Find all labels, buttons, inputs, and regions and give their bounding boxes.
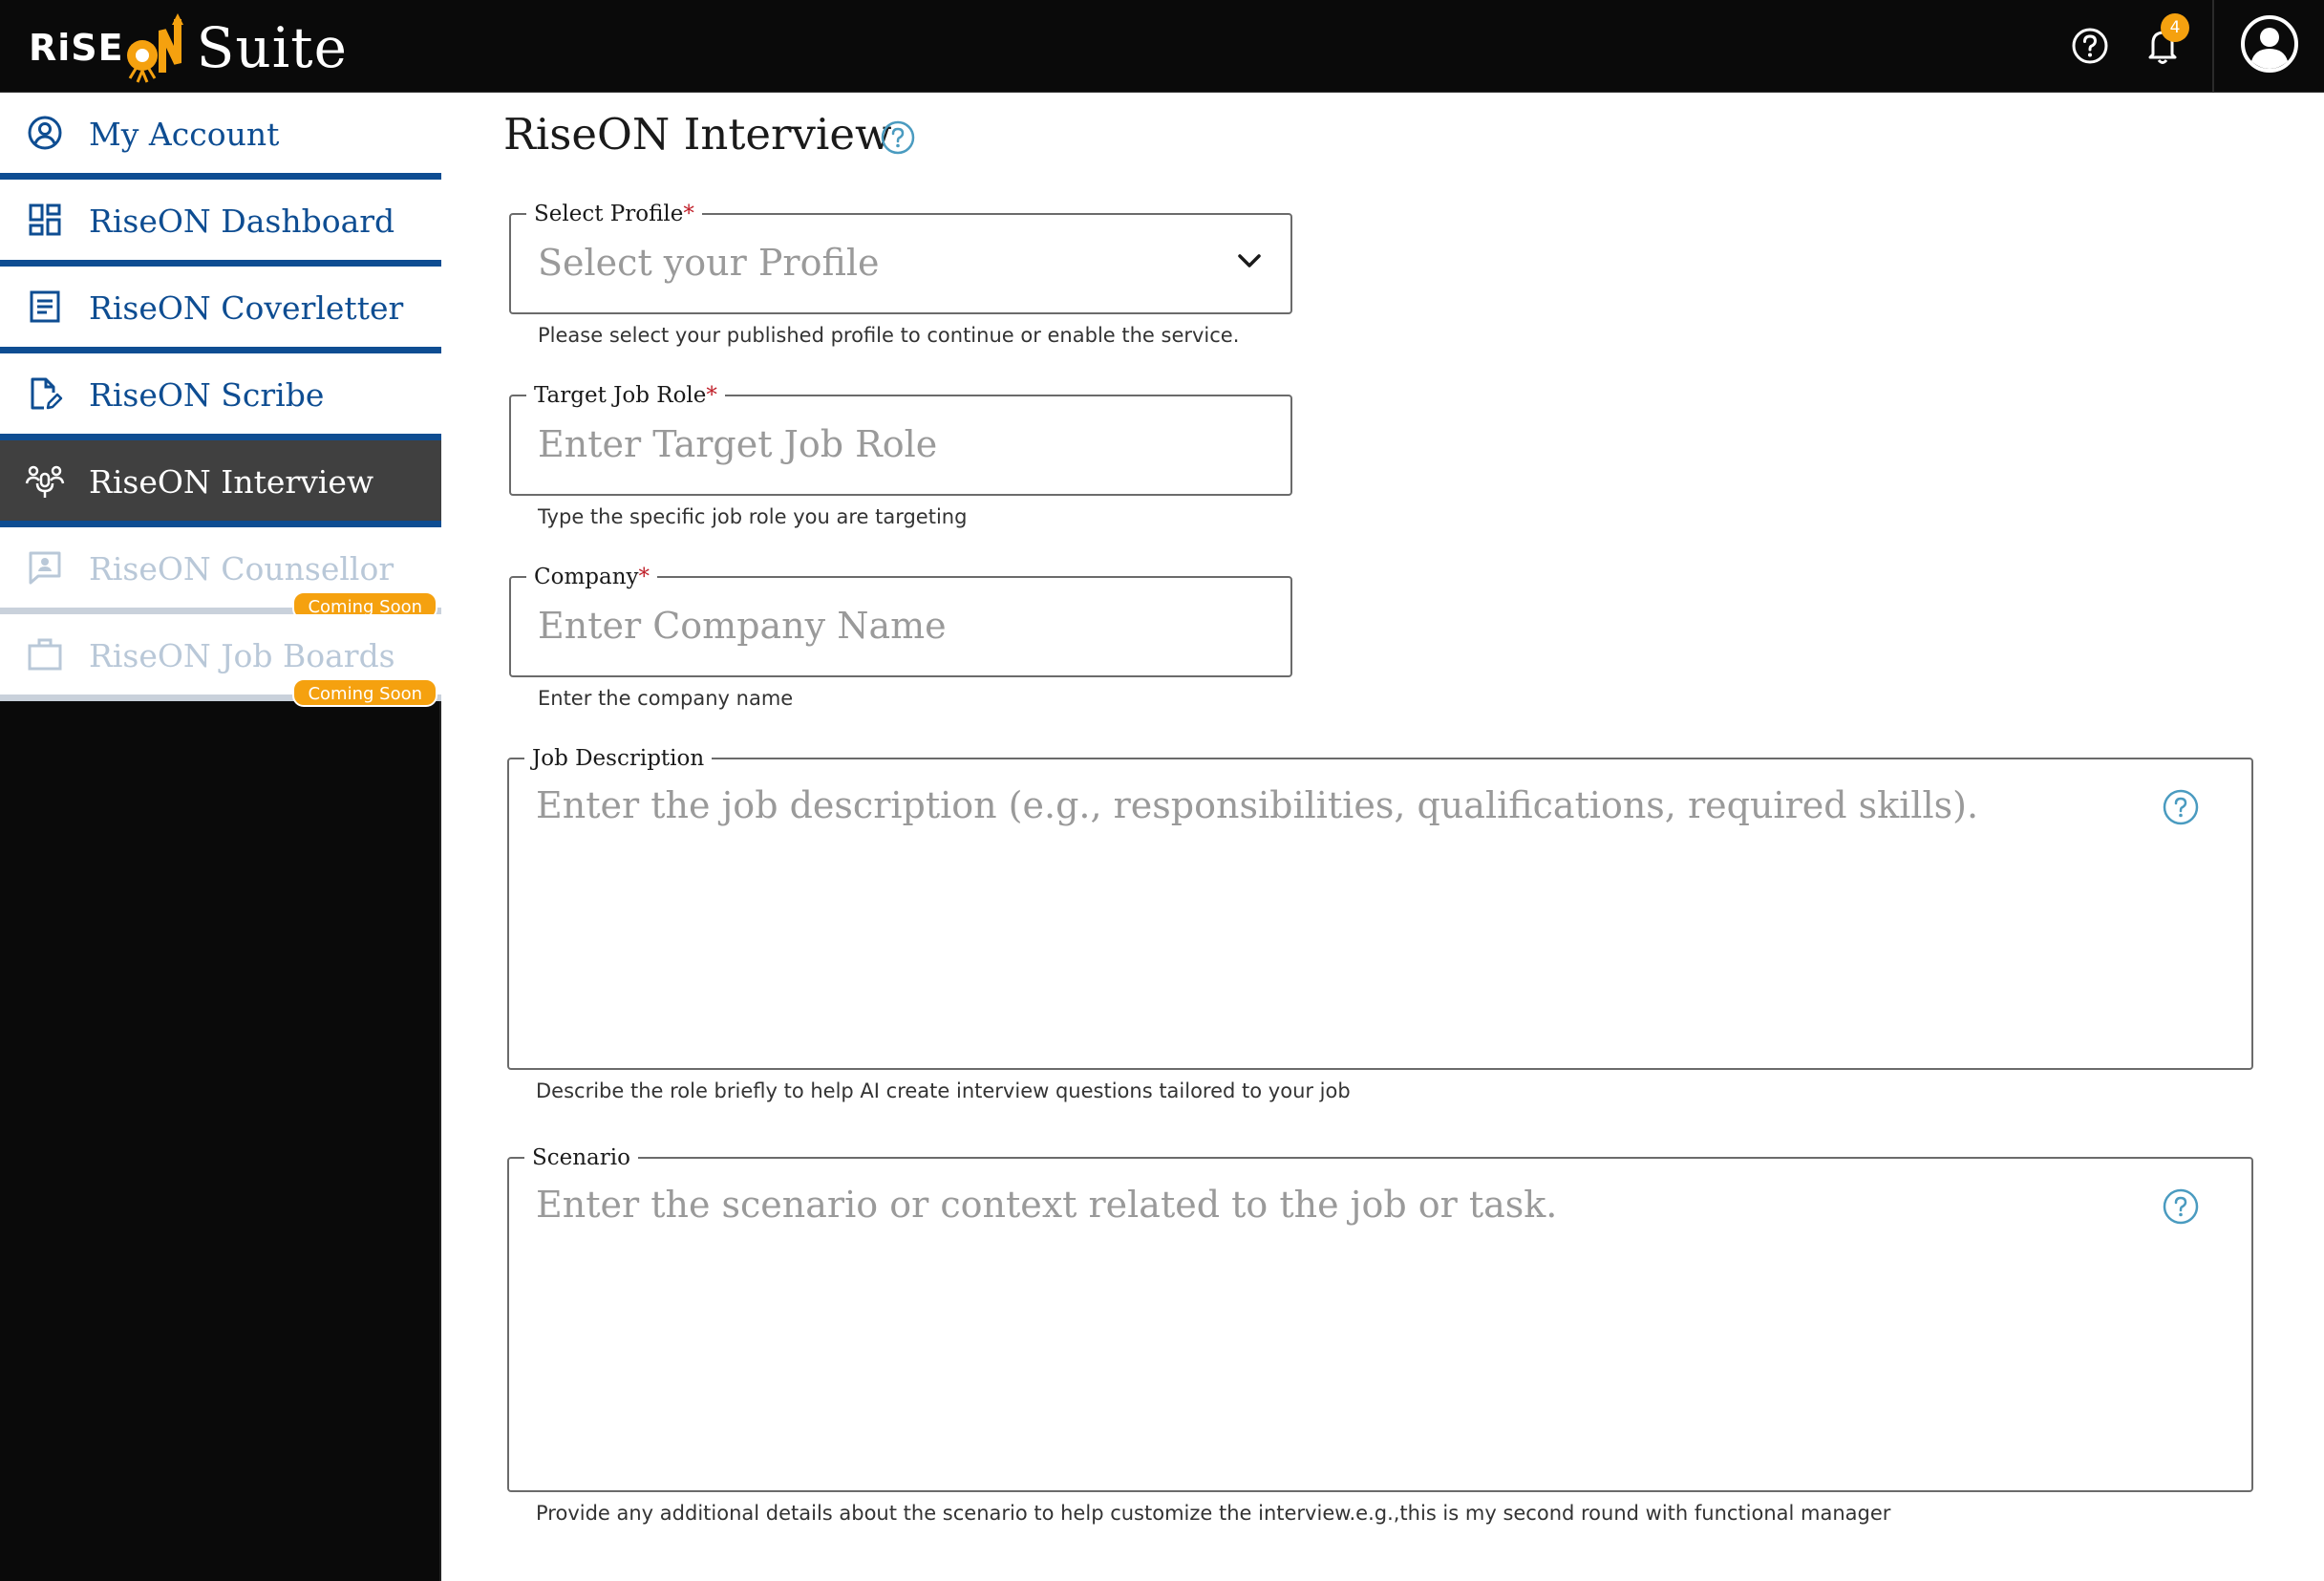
company-helper: Enter the company name (538, 687, 794, 710)
scenario-textarea[interactable]: Scenario Enter the scenario or context r… (507, 1143, 2253, 1492)
sidebar-item-label: RiseON Job Boards (89, 637, 395, 674)
select-profile-label: Select Profile* (526, 200, 702, 228)
select-profile-helper: Please select your published profile to … (538, 324, 1240, 347)
top-bar: RiSE Suite 4 (0, 0, 2324, 93)
logo-suite-text: Suite (196, 15, 348, 80)
sidebar-item-label: RiseON Dashboard (89, 203, 395, 240)
briefcase-icon (25, 634, 65, 674)
riseon-suite-logo[interactable]: RiSE Suite (29, 8, 348, 88)
help-icon[interactable] (880, 119, 916, 156)
user-avatar-icon[interactable] (2237, 11, 2302, 76)
sidebar-item-interview[interactable]: RiseON Interview (0, 440, 441, 527)
sidebar-item-label: RiseON Counsellor (89, 550, 394, 588)
target-job-role-helper: Type the specific job role you are targe… (538, 505, 968, 528)
notification-count-badge: 4 (2161, 13, 2189, 42)
select-profile-placeholder: Select your Profile (538, 242, 880, 284)
logo-on-mark (126, 10, 193, 86)
sidebar-item-my-account[interactable]: My Account (0, 93, 441, 180)
user-circle-icon (25, 113, 65, 153)
company-placeholder: Enter Company Name (538, 605, 947, 647)
sidebar-item-label: RiseON Coverletter (89, 289, 404, 327)
job-description-helper: Describe the role briefly to help AI cre… (536, 1079, 1351, 1102)
sidebar-item-scribe[interactable]: RiseON Scribe (0, 353, 441, 440)
job-description-textarea[interactable]: Job Description Enter the job descriptio… (507, 744, 2253, 1070)
file-edit-icon (25, 374, 65, 414)
target-job-role-placeholder: Enter Target Job Role (538, 423, 938, 465)
sidebar-item-label: RiseON Scribe (89, 376, 325, 414)
select-profile-dropdown[interactable]: Select Profile* Select your Profile (509, 200, 1292, 314)
target-job-role-label: Target Job Role* (526, 381, 725, 410)
header-divider (2212, 0, 2214, 93)
document-lines-icon (25, 287, 65, 327)
sidebar: My Account RiseON Dashboard RiseON Cover… (0, 93, 441, 1581)
sidebar-item-label: My Account (89, 116, 280, 153)
chat-person-icon (25, 547, 65, 588)
page-title: RiseON Interview (503, 109, 892, 160)
help-icon[interactable] (2065, 21, 2115, 71)
company-input[interactable]: Company* Enter Company Name (509, 563, 1292, 677)
scenario-placeholder: Enter the scenario or context related to… (536, 1184, 1558, 1226)
help-icon[interactable] (2162, 1187, 2200, 1226)
sidebar-item-coverletter[interactable]: RiseON Coverletter (0, 267, 441, 353)
dashboard-grid-icon (25, 200, 65, 240)
sidebar-item-job-boards: RiseON Job Boards Coming Soon (0, 614, 441, 707)
scenario-label: Scenario (524, 1143, 638, 1172)
target-job-role-input[interactable]: Target Job Role* Enter Target Job Role (509, 381, 1292, 496)
job-description-label: Job Description (524, 744, 713, 773)
people-mic-icon (25, 460, 65, 501)
company-label: Company* (526, 563, 657, 591)
help-icon[interactable] (2162, 788, 2200, 826)
sidebar-item-counsellor: RiseON Counsellor Coming Soon (0, 527, 441, 620)
coming-soon-badge: Coming Soon (292, 678, 437, 707)
job-description-placeholder: Enter the job description (e.g., respons… (536, 784, 1979, 826)
scenario-helper: Provide any additional details about the… (536, 1502, 1891, 1525)
sidebar-item-label: RiseON Interview (89, 463, 374, 501)
sidebar-item-dashboard[interactable]: RiseON Dashboard (0, 180, 441, 267)
chevron-down-icon (1235, 251, 1264, 270)
logo-rise-text: RiSE (29, 27, 124, 69)
